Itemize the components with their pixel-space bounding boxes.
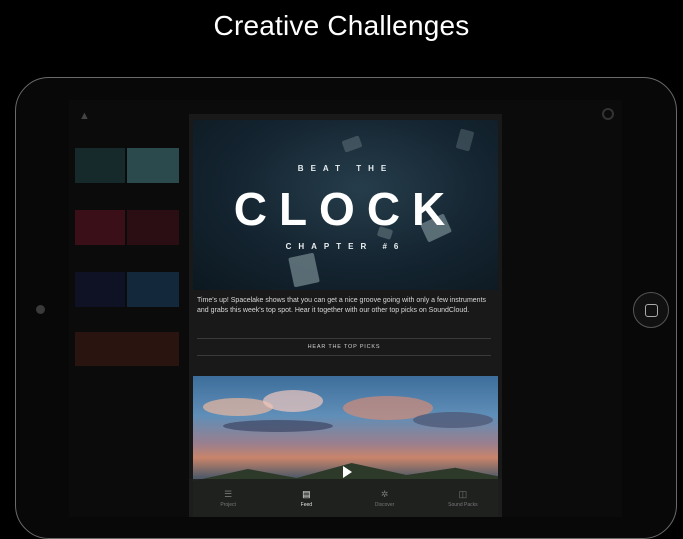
tab-project[interactable]: ☰ Project <box>201 488 255 508</box>
floating-card <box>341 135 363 153</box>
cloud <box>263 390 323 412</box>
app-screen: ▲ BEAT THE CLOCK CHAPTER #6 Time's up! S… <box>69 100 622 517</box>
tab-feed[interactable]: ▤ Feed <box>279 488 333 508</box>
bg-pad-5 <box>75 272 125 307</box>
bg-pad-3 <box>75 210 125 245</box>
floating-card <box>288 252 320 288</box>
post-description: Time's up! Spacelake shows that you can … <box>197 297 487 314</box>
play-icon[interactable] <box>343 466 352 478</box>
feed-icon: ▤ <box>302 489 311 499</box>
cloud <box>223 420 333 432</box>
camera-dot <box>36 305 45 314</box>
banner-title: CLOCK <box>233 183 458 235</box>
sound-packs-icon: ◫ <box>458 489 468 499</box>
tab-label: Feed <box>300 502 313 508</box>
tab-discover[interactable]: ✲ Discover <box>358 488 412 508</box>
tab-label: Sound Packs <box>448 502 478 508</box>
tab-label: Discover <box>374 502 395 508</box>
banner-chapter: CHAPTER #6 <box>285 242 406 251</box>
bg-pad-1 <box>75 148 125 183</box>
bg-pad-2 <box>127 148 179 183</box>
bg-pad-7 <box>75 332 179 366</box>
app-logo-icon: ▲ <box>79 110 90 122</box>
cloud <box>413 412 493 428</box>
beat-the-clock-banner[interactable]: BEAT THE CLOCK CHAPTER #6 <box>193 120 498 290</box>
tab-label: Project <box>220 502 236 508</box>
hear-top-picks-button[interactable]: HEAR THE TOP PICKS <box>197 338 491 356</box>
feed-panel: BEAT THE CLOCK CHAPTER #6 Time's up! Spa… <box>189 114 502 517</box>
banner-top-line: BEAT THE <box>297 164 394 173</box>
settings-icon[interactable] <box>602 108 614 120</box>
tab-sound-packs[interactable]: ◫ Sound Packs <box>436 488 490 508</box>
home-button[interactable] <box>633 292 669 328</box>
bottom-tab-bar: ☰ Project ▤ Feed ✲ Discover ◫ Sound Pack… <box>189 479 502 517</box>
bg-pad-6 <box>127 272 179 307</box>
grid-icon: ☰ <box>224 489 233 499</box>
page-heading: Creative Challenges <box>213 10 470 41</box>
floating-card <box>455 128 475 152</box>
home-square-icon <box>644 303 658 317</box>
discover-icon: ✲ <box>380 489 389 499</box>
bg-pad-4 <box>127 210 179 245</box>
